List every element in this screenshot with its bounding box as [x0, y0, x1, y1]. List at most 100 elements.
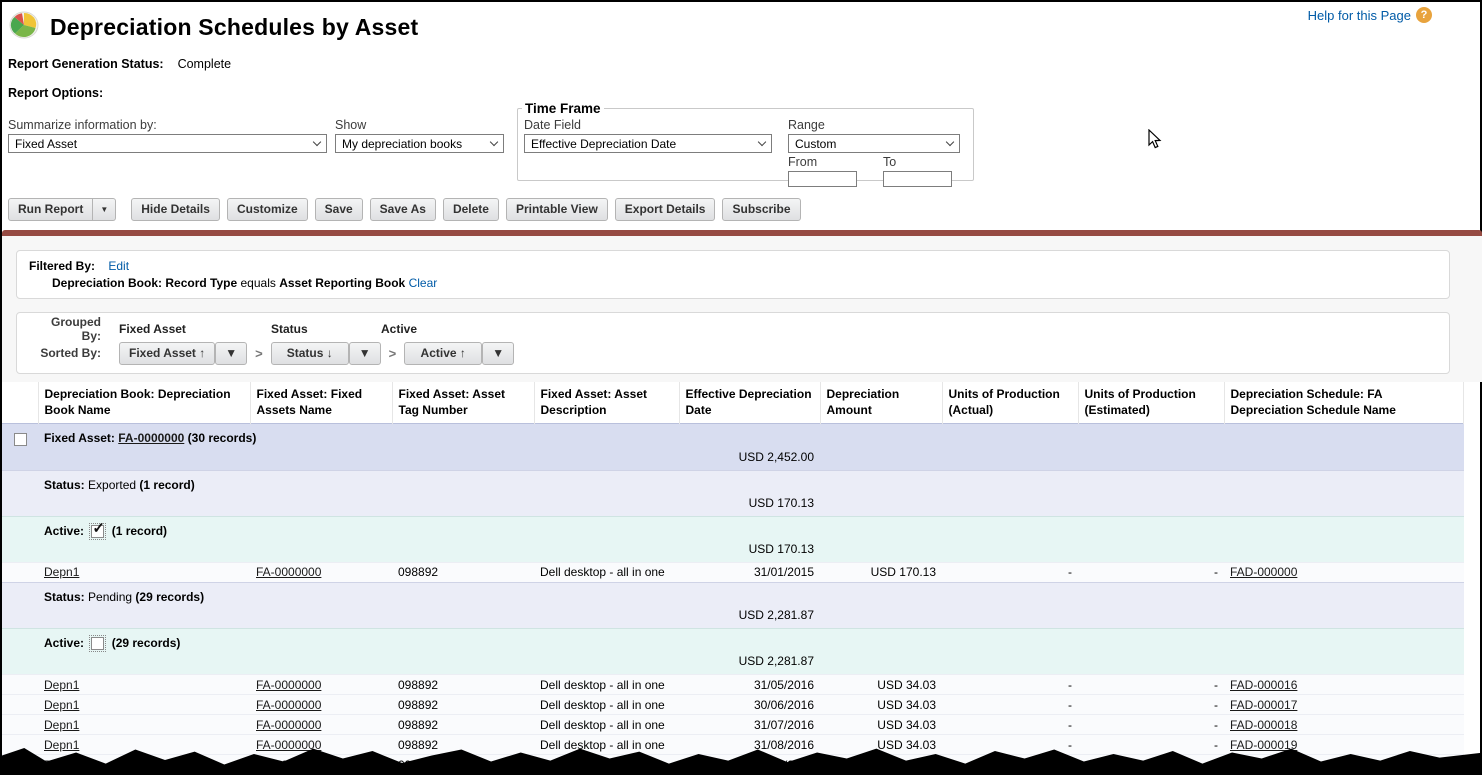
column-header-effective-date[interactable]: Effective Depreciation Date [679, 382, 820, 424]
hide-details-button[interactable]: Hide Details [131, 198, 220, 221]
asset-link[interactable]: FA-0000000 [256, 678, 321, 692]
group-value: Exported [88, 478, 136, 492]
to-date-input[interactable] [883, 171, 952, 187]
summarize-select[interactable]: Fixed Asset [8, 134, 327, 153]
customize-button[interactable]: Customize [227, 198, 308, 221]
group-count: (30 records) [188, 431, 257, 445]
sort-dropdown-arrow-icon[interactable]: ▼ [482, 342, 514, 365]
chevron-down-icon [313, 138, 321, 146]
delete-button[interactable]: Delete [443, 198, 499, 221]
book-link[interactable]: Depn1 [44, 678, 79, 692]
date-field-value: Effective Depreciation Date [531, 137, 676, 151]
fixed-asset-link[interactable]: FA-0000000 [118, 431, 184, 445]
filter-clear-link[interactable]: Clear [409, 276, 438, 290]
book-link[interactable]: Depn1 [44, 718, 79, 732]
uop-estimated: - [1078, 735, 1224, 755]
column-header-schedule-name[interactable]: Depreciation Schedule: FA Depreciation S… [1224, 382, 1464, 424]
asset-link[interactable]: FA-0000000 [256, 698, 321, 712]
filter-edit-link[interactable]: Edit [108, 259, 129, 273]
range-label: Range [788, 118, 960, 132]
export-details-button[interactable]: Export Details [615, 198, 716, 221]
group-checkbox[interactable] [14, 433, 27, 446]
group-subtotal-amount: USD 170.13 [2, 540, 820, 563]
asset-description: Dell desktop - all in one [534, 735, 679, 755]
schedule-link[interactable]: FAD-000000 [1230, 565, 1297, 579]
date-field-label: Date Field [524, 118, 772, 132]
depreciation-amount: USD 34.03 [820, 695, 942, 715]
uop-actual: - [942, 695, 1078, 715]
group-row-active-unchecked: Active: (29 records) [2, 628, 1464, 652]
time-frame-fieldset: Time Frame Date Field Effective Deprecia… [517, 101, 974, 181]
group-value: Pending [88, 590, 132, 604]
group-row-status-pending: Status: Pending (29 records) [2, 582, 1464, 606]
sort-field: Active [421, 346, 457, 360]
asset-link[interactable]: FA-0000000 [256, 718, 321, 732]
from-label: From [788, 155, 857, 169]
tag-number: 098892 [392, 562, 534, 582]
sort-button-fixed-asset[interactable]: Fixed Asset ↑ [119, 342, 215, 365]
schedule-link[interactable]: FAD-000017 [1230, 698, 1297, 712]
sort-button-active[interactable]: Active ↑ [404, 342, 482, 365]
active-checkbox-unchecked[interactable] [91, 637, 104, 650]
group-count: (1 record) [139, 478, 194, 492]
printable-view-button[interactable]: Printable View [506, 198, 608, 221]
schedule-link[interactable]: FAD-000019 [1230, 738, 1297, 752]
filter-value: Asset Reporting Book [279, 276, 405, 290]
status-label: Report Generation Status: [8, 57, 164, 71]
filter-panel: Filtered By: Edit Depreciation Book: Rec… [2, 236, 1482, 382]
run-report-button[interactable]: Run Report [8, 198, 93, 221]
sort-dropdown-arrow-icon[interactable]: ▼ [349, 342, 381, 365]
filter-field: Depreciation Book: Record Type [52, 276, 237, 290]
book-link[interactable]: Depn1 [44, 565, 79, 579]
depreciation-amount: USD 170.13 [820, 562, 942, 582]
group-subtotal-row: USD 170.13 [2, 494, 1464, 517]
uop-estimated: - [1078, 695, 1224, 715]
group-count: (29 records) [135, 590, 204, 604]
active-checkbox-checked[interactable]: ✓ [91, 525, 104, 538]
column-header-amount[interactable]: Depreciation Amount [820, 382, 942, 424]
asset-link[interactable]: FA-0000000 [256, 565, 321, 579]
subscribe-button[interactable]: Subscribe [722, 198, 800, 221]
show-select[interactable]: My depreciation books [335, 134, 504, 153]
group-label: Active: [44, 524, 84, 538]
table-row: Depn1 FA-0000000 098892 Dell desktop - a… [2, 562, 1464, 582]
column-header-uop-estimated[interactable]: Units of Production (Estimated) [1078, 382, 1224, 424]
to-label: To [883, 155, 952, 169]
help-icon[interactable]: ? [1416, 7, 1432, 23]
book-link[interactable]: Depn1 [44, 698, 79, 712]
report-generation-status: Report Generation Status:Complete [8, 57, 231, 71]
column-header-tag-number[interactable]: Fixed Asset: Asset Tag Number [392, 382, 534, 424]
run-report-dropdown-arrow-icon[interactable]: ▼ [93, 198, 116, 221]
group-subtotal-amount: USD 2,281.87 [2, 606, 820, 629]
depreciation-amount: USD 34.03 [820, 715, 942, 735]
date-field-select[interactable]: Effective Depreciation Date [524, 134, 772, 153]
group-row-status-exported: Status: Exported (1 record) [2, 470, 1464, 494]
report-table: Depreciation Book: Depreciation Book Nam… [2, 382, 1464, 775]
filtered-by-box: Filtered By: Edit Depreciation Book: Rec… [16, 250, 1450, 299]
page-header: Depreciation Schedules by Asset [8, 10, 418, 45]
range-select[interactable]: Custom [788, 134, 960, 153]
column-header-book-name[interactable]: Depreciation Book: Depreciation Book Nam… [38, 382, 250, 424]
group-label: Status: [44, 478, 85, 492]
book-link[interactable]: Depn1 [44, 738, 79, 752]
column-header-assets-name[interactable]: Fixed Asset: Fixed Assets Name [250, 382, 392, 424]
schedule-link[interactable]: FAD-000018 [1230, 718, 1297, 732]
filter-operator: equals [241, 276, 276, 290]
sort-dropdown-arrow-icon[interactable]: ▼ [215, 342, 247, 365]
chevron-down-icon [758, 138, 766, 146]
column-header-description[interactable]: Fixed Asset: Asset Description [534, 382, 679, 424]
header-checkbox-column [2, 382, 38, 424]
save-button[interactable]: Save [315, 198, 363, 221]
help-link[interactable]: Help for this Page [1308, 8, 1411, 23]
save-as-button[interactable]: Save As [370, 198, 436, 221]
group-label: Fixed Asset: [44, 431, 115, 445]
group-name-active: Active [381, 322, 461, 336]
effective-date: 31/05/2016 [679, 675, 820, 695]
from-date-input[interactable] [788, 171, 857, 187]
column-header-uop-actual[interactable]: Units of Production (Actual) [942, 382, 1078, 424]
show-label: Show [335, 118, 504, 132]
tag-number: 098892 [392, 675, 534, 695]
sort-button-status[interactable]: Status ↓ [271, 342, 349, 365]
schedule-link[interactable]: FAD-000016 [1230, 678, 1297, 692]
help-for-this-page[interactable]: Help for this Page ? [1308, 7, 1432, 23]
